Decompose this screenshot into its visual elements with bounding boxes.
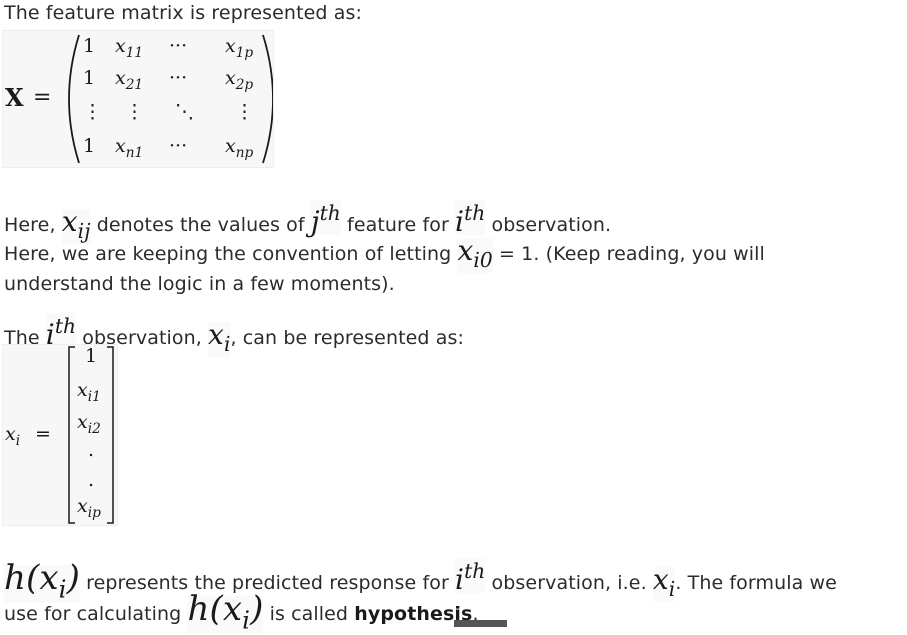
vector-entry: . <box>88 469 95 491</box>
math-j-th: jth <box>310 200 341 239</box>
matrix-cell: ··· <box>169 67 188 89</box>
paragraph-hypothesis-line2: use for calculating h(xi) is called hypo… <box>4 589 479 635</box>
vector-entry: xi1 <box>77 379 101 405</box>
matrix-cell: ⋮ <box>83 101 102 123</box>
matrix-cell: x2p <box>225 67 254 93</box>
matrix-cell: x11 <box>115 35 144 61</box>
matrix-cell: x1p <box>225 35 254 61</box>
matrix-cell: x21 <box>115 67 144 93</box>
matrix-cell: ··· <box>169 35 188 57</box>
paragraph-convention-line2: understand the logic in a few moments). <box>4 273 395 295</box>
math-i-th: ith <box>45 313 77 352</box>
feature-matrix-equation: X = 1 x11 ··· x1p 1 x21 ··· x2p ⋮ ⋮ ⋱ ⋮ … <box>2 30 274 168</box>
math-xi0: xi0 <box>457 234 493 274</box>
matrix-cell: ⋱ <box>175 101 194 123</box>
math-xi: xi <box>208 318 231 358</box>
math-i-th: ith <box>455 200 486 239</box>
vector-entry: . <box>88 439 95 461</box>
observation-vector-equation: xi = 1 xi1 xi2 . . xip <box>2 344 118 526</box>
matrix-cell: xnp <box>225 135 254 161</box>
vector-entry: xip <box>77 495 101 521</box>
matrix-cell: ··· <box>169 135 188 157</box>
matrix-cell: 1 <box>83 135 96 157</box>
paragraph-convention: Here, we are keeping the convention of l… <box>4 234 765 274</box>
vector-entry: xi2 <box>77 411 101 437</box>
math-h-xi: h(xi) <box>187 589 264 635</box>
math-i-th: ith <box>455 558 486 597</box>
math-xi: xi <box>652 563 676 603</box>
vector-entry: 1 <box>85 345 98 367</box>
partial-overlay-bar <box>454 620 507 627</box>
matrix-cell: ⋮ <box>125 101 144 123</box>
intro-text: The feature matrix is represented as: <box>4 2 362 24</box>
matrix-cell: 1 <box>83 67 96 89</box>
matrix-cell: xn1 <box>115 135 144 161</box>
matrix-cell: 1 <box>83 35 96 57</box>
matrix-cell: ⋮ <box>235 101 254 123</box>
